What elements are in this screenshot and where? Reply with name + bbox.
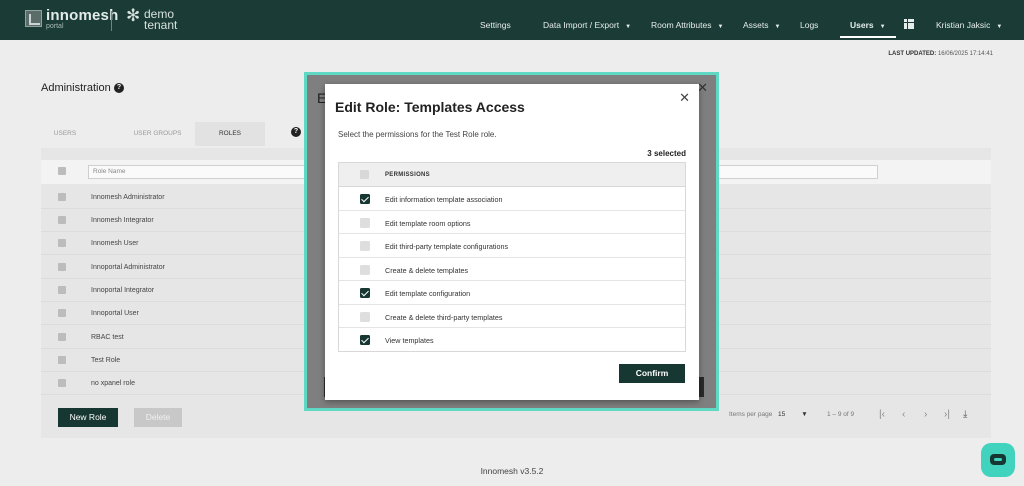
row-checkbox[interactable] xyxy=(58,356,66,364)
role-name: Innoportal Administrator xyxy=(91,264,165,271)
last-updated: LAST UPDATED: 16/06/2025 17:14:41 xyxy=(888,51,993,57)
permission-row[interactable]: View templates xyxy=(339,328,685,352)
edit-role-modal: Edit Role: Templates Access ✕ Select the… xyxy=(325,84,699,400)
close-icon[interactable]: ✕ xyxy=(679,90,690,106)
app-version: Innomesh v3.5.2 xyxy=(480,466,544,476)
tab-roles[interactable]: ROLES xyxy=(195,122,265,146)
tab-user-groups[interactable]: USER GROUPS xyxy=(110,122,205,146)
chevron-down-icon: ▼ xyxy=(774,24,781,30)
permission-checkbox[interactable] xyxy=(360,217,370,228)
permission-row[interactable]: Create & delete templates xyxy=(339,258,685,281)
last-page-icon[interactable]: ›| xyxy=(944,409,950,420)
permission-label: Create & delete third-party templates xyxy=(385,312,503,322)
permission-row[interactable]: Edit template configuration xyxy=(339,281,685,305)
items-per-page-select[interactable]: 15 ▼ xyxy=(778,411,808,418)
first-page-icon[interactable]: |‹ xyxy=(879,409,885,420)
brand-name[interactable]: innomesh xyxy=(46,8,118,23)
pagination-range: 1 – 9 of 9 xyxy=(827,411,855,418)
row-checkbox[interactable] xyxy=(58,309,66,317)
nav-room-attributes[interactable]: Room Attributes ▼ xyxy=(651,20,723,30)
delete-button[interactable]: Delete xyxy=(134,408,182,427)
row-checkbox[interactable] xyxy=(58,379,66,387)
permission-checkbox[interactable] xyxy=(360,288,370,298)
chevron-down-icon: ▼ xyxy=(801,411,808,418)
permission-checkbox[interactable] xyxy=(360,311,370,322)
items-per-page-label: Items per page xyxy=(729,411,773,418)
permission-checkbox[interactable] xyxy=(360,335,370,345)
download-icon[interactable]: ⤓ xyxy=(963,409,967,420)
next-page-icon[interactable]: › xyxy=(924,409,927,420)
row-checkbox[interactable] xyxy=(58,333,66,341)
nav-settings[interactable]: Settings xyxy=(480,20,511,30)
brand-sub: portal xyxy=(46,23,64,30)
modal-title: Edit Role: Templates Access xyxy=(335,99,525,115)
permission-label: Edit third-party template configurations xyxy=(385,242,509,251)
tab-users[interactable]: USERS xyxy=(30,122,100,146)
role-name: Test Role xyxy=(91,357,121,364)
chevron-down-icon: ▼ xyxy=(717,24,724,30)
select-all-checkbox[interactable] xyxy=(360,170,369,179)
role-name: Innoportal User xyxy=(91,310,139,317)
prev-page-icon[interactable]: ‹ xyxy=(902,409,905,420)
row-checkbox[interactable] xyxy=(58,216,66,224)
select-all-checkbox[interactable] xyxy=(58,167,66,175)
permission-checkbox[interactable] xyxy=(360,194,370,204)
permission-label: Create & delete templates xyxy=(385,265,469,275)
page-title: Administration xyxy=(41,82,111,94)
permission-row[interactable]: Edit third-party template configurations xyxy=(339,234,685,258)
role-name: Innomesh Administrator xyxy=(91,194,165,201)
confirm-button[interactable]: Confirm xyxy=(619,364,685,383)
permission-checkbox[interactable] xyxy=(360,264,370,275)
permissions-header: PERMISSIONS xyxy=(339,163,685,187)
role-name: Innomesh User xyxy=(91,240,139,247)
permission-checkbox[interactable] xyxy=(360,241,370,251)
permission-row[interactable]: Edit template room options xyxy=(339,211,685,234)
row-checkbox[interactable] xyxy=(58,263,66,271)
brand-divider xyxy=(111,11,112,31)
chat-icon xyxy=(990,454,1006,465)
help-icon[interactable]: ? xyxy=(291,127,301,137)
role-name: RBAC test xyxy=(91,334,124,341)
role-name: no xpanel role xyxy=(91,380,135,387)
new-role-button[interactable]: New Role xyxy=(58,408,118,427)
permission-label: Edit template configuration xyxy=(385,289,471,298)
permission-label: Edit template room options xyxy=(385,218,471,228)
permission-label: View templates xyxy=(385,336,434,345)
role-name: Innoportal Integrator xyxy=(91,287,155,294)
row-checkbox[interactable] xyxy=(58,193,66,201)
modal-description: Select the permissions for the Test Role… xyxy=(338,130,497,139)
user-menu[interactable]: Kristian Jaksic ▼ xyxy=(936,20,1002,30)
nav-data-import-export[interactable]: Data Import / Export ▼ xyxy=(543,20,631,30)
role-name: Innomesh Integrator xyxy=(91,217,154,224)
grid-icon[interactable] xyxy=(904,19,914,29)
permission-row[interactable]: Create & delete third-party templates xyxy=(339,305,685,328)
top-nav: innomesh portal ✻ demo tenant Settings D… xyxy=(0,0,1024,40)
chevron-down-icon: ▼ xyxy=(996,24,1003,30)
chevron-down-icon: ▼ xyxy=(879,24,886,30)
selected-count: 3 selected xyxy=(647,149,686,158)
nav-logs[interactable]: Logs xyxy=(800,20,818,30)
row-checkbox[interactable] xyxy=(58,239,66,247)
permissions-column-header: PERMISSIONS xyxy=(385,172,430,178)
nav-active-indicator xyxy=(840,36,896,38)
chat-button[interactable] xyxy=(981,443,1015,477)
permissions-table: PERMISSIONS Edit information template as… xyxy=(338,162,686,352)
tenant-name: demo tenant xyxy=(144,7,178,32)
permission-label: Edit information template association xyxy=(385,195,503,204)
row-checkbox[interactable] xyxy=(58,286,66,294)
nav-users[interactable]: Users ▼ xyxy=(850,20,886,30)
admin-tabs: USERS USER GROUPS ROLES xyxy=(30,122,298,146)
tenant-gear-icon: ✻ xyxy=(126,6,141,25)
innomesh-logo-icon[interactable] xyxy=(25,10,42,27)
chevron-down-icon: ▼ xyxy=(625,24,632,30)
permission-row[interactable]: Edit information template association xyxy=(339,187,685,211)
nav-assets[interactable]: Assets ▼ xyxy=(743,20,780,30)
help-icon[interactable]: ? xyxy=(114,83,124,93)
